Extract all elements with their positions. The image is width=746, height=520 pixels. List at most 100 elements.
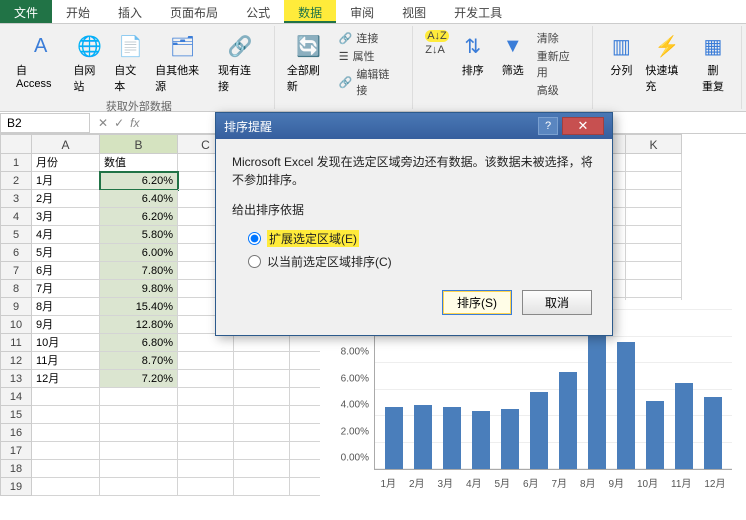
cell-C15[interactable] (178, 406, 234, 424)
cell-D15[interactable] (234, 406, 290, 424)
row-header-11[interactable]: 11 (0, 334, 32, 352)
cell-K7[interactable] (626, 262, 682, 280)
cell-B1[interactable]: 数值 (100, 154, 178, 172)
cell-B15[interactable] (100, 406, 178, 424)
row-header-5[interactable]: 5 (0, 226, 32, 244)
advanced-button[interactable]: 高级 (537, 82, 581, 98)
cell-B18[interactable] (100, 460, 178, 478)
bar[interactable] (588, 316, 606, 469)
cell-A17[interactable] (32, 442, 100, 460)
cell-A13[interactable]: 12月 (32, 370, 100, 388)
bar[interactable] (675, 383, 693, 469)
cell-A6[interactable]: 5月 (32, 244, 100, 262)
cell-A14[interactable] (32, 388, 100, 406)
cell-A19[interactable] (32, 478, 100, 496)
properties-button[interactable]: ☰属性 (339, 48, 401, 64)
cell-C18[interactable] (178, 460, 234, 478)
cell-A1[interactable]: 月份 (32, 154, 100, 172)
tab-developer[interactable]: 开发工具 (440, 0, 516, 23)
bar[interactable] (530, 392, 548, 470)
cell-K6[interactable] (626, 244, 682, 262)
from-access-button[interactable]: A自 Access (12, 28, 69, 92)
row-header-3[interactable]: 3 (0, 190, 32, 208)
row-header-13[interactable]: 13 (0, 370, 32, 388)
tab-data[interactable]: 数据 (284, 0, 336, 23)
row-header-18[interactable]: 18 (0, 460, 32, 478)
text-to-columns-button[interactable]: ▥分列 (601, 28, 641, 80)
cell-D11[interactable] (234, 334, 290, 352)
bar[interactable] (559, 372, 577, 469)
row-header-8[interactable]: 8 (0, 280, 32, 298)
cell-B11[interactable]: 6.80% (100, 334, 178, 352)
bar[interactable] (443, 407, 461, 469)
cell-B8[interactable]: 9.80% (100, 280, 178, 298)
cell-C17[interactable] (178, 442, 234, 460)
cell-B3[interactable]: 6.40% (100, 190, 178, 208)
cell-B9[interactable]: 15.40% (100, 298, 178, 316)
col-header-A[interactable]: A (32, 134, 100, 154)
cell-A10[interactable]: 9月 (32, 316, 100, 334)
cell-B7[interactable]: 7.80% (100, 262, 178, 280)
col-header-K[interactable]: K (626, 134, 682, 154)
cell-K5[interactable] (626, 226, 682, 244)
tab-review[interactable]: 审阅 (336, 0, 388, 23)
cell-A11[interactable]: 10月 (32, 334, 100, 352)
tab-formulas[interactable]: 公式 (232, 0, 284, 23)
cell-D17[interactable] (234, 442, 290, 460)
reapply-button[interactable]: 重新应用 (537, 48, 581, 80)
row-header-19[interactable]: 19 (0, 478, 32, 496)
cell-A16[interactable] (32, 424, 100, 442)
cell-K8[interactable] (626, 280, 682, 298)
flash-fill-button[interactable]: ⚡快速填充 (641, 28, 693, 96)
cell-C11[interactable] (178, 334, 234, 352)
dialog-help-button[interactable]: ? (538, 117, 558, 135)
bar[interactable] (501, 409, 519, 469)
row-header-14[interactable]: 14 (0, 388, 32, 406)
cell-B17[interactable] (100, 442, 178, 460)
name-box[interactable] (0, 113, 90, 133)
clear-button[interactable]: 清除 (537, 30, 581, 46)
cell-B6[interactable]: 6.00% (100, 244, 178, 262)
cell-B5[interactable]: 5.80% (100, 226, 178, 244)
cell-A4[interactable]: 3月 (32, 208, 100, 226)
bar[interactable] (414, 405, 432, 469)
cell-D14[interactable] (234, 388, 290, 406)
cell-B10[interactable]: 12.80% (100, 316, 178, 334)
cancel-formula-icon[interactable]: ✕ (98, 116, 108, 130)
row-header-4[interactable]: 4 (0, 208, 32, 226)
bar[interactable] (617, 342, 635, 469)
bar[interactable] (385, 407, 403, 469)
cell-B14[interactable] (100, 388, 178, 406)
cancel-button[interactable]: 取消 (522, 290, 592, 315)
sort-button[interactable]: ⇅排序 (453, 28, 493, 80)
cell-K4[interactable] (626, 208, 682, 226)
cell-B19[interactable] (100, 478, 178, 496)
from-text-button[interactable]: 📄自文本 (110, 28, 151, 96)
tab-insert[interactable]: 插入 (104, 0, 156, 23)
cell-D13[interactable] (234, 370, 290, 388)
cell-C14[interactable] (178, 388, 234, 406)
cell-K1[interactable] (626, 154, 682, 172)
cell-A12[interactable]: 11月 (32, 352, 100, 370)
sort-confirm-button[interactable]: 排序(S) (442, 290, 512, 315)
cell-A15[interactable] (32, 406, 100, 424)
cell-C12[interactable] (178, 352, 234, 370)
cell-A9[interactable]: 8月 (32, 298, 100, 316)
tab-view[interactable]: 视图 (388, 0, 440, 23)
from-other-button[interactable]: 🗂自其他来源 (151, 28, 214, 96)
expand-selection-label[interactable]: 扩展选定区域(E) (267, 230, 359, 247)
edit-links-button[interactable]: 🔗编辑链接 (339, 66, 401, 98)
row-header-17[interactable]: 17 (0, 442, 32, 460)
cell-K3[interactable] (626, 190, 682, 208)
row-header-15[interactable]: 15 (0, 406, 32, 424)
tab-page-layout[interactable]: 页面布局 (156, 0, 232, 23)
tab-file[interactable]: 文件 (0, 0, 52, 23)
existing-conn-button[interactable]: 🔗现有连接 (214, 28, 266, 96)
row-header-16[interactable]: 16 (0, 424, 32, 442)
cell-D12[interactable] (234, 352, 290, 370)
cell-A7[interactable]: 6月 (32, 262, 100, 280)
bar[interactable] (646, 401, 664, 469)
current-selection-label[interactable]: 以当前选定区域排序(C) (267, 253, 392, 270)
current-selection-radio[interactable] (248, 255, 261, 268)
sort-az-button[interactable]: A↓Z (425, 30, 449, 42)
